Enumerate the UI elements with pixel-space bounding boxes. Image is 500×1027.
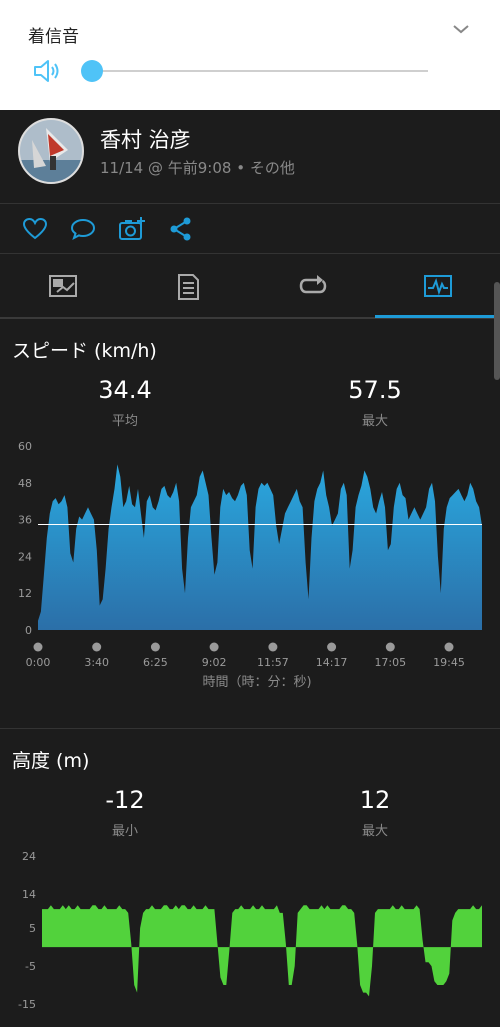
elevation-max-value: 12 [359, 786, 391, 814]
section-divider [0, 728, 500, 729]
speed-x-tick-marker [92, 642, 102, 652]
elevation-min-value: -12 [105, 786, 145, 814]
speed-x-tick-marker [209, 642, 219, 652]
tab-laps[interactable] [250, 255, 375, 317]
speed-x-tick-marker [444, 642, 454, 652]
speed-x-tick-label: 0:00 [26, 656, 51, 669]
speed-x-tick-label: 17:05 [374, 656, 406, 669]
tab-overview[interactable] [0, 255, 125, 317]
add-photo-icon[interactable] [118, 216, 146, 242]
elevation-chart[interactable]: 24 14 5 -5 -15 [0, 846, 500, 1027]
share-icon[interactable] [168, 216, 194, 242]
speed-x-tick-label: 14:17 [316, 656, 348, 669]
speed-x-tick-marker [385, 642, 395, 652]
avatar-photo [20, 120, 82, 182]
tab-bar [0, 255, 500, 319]
overview-icon [49, 275, 77, 297]
speed-x-tick-marker [33, 642, 43, 652]
speed-y-tick-label: 12 [18, 587, 32, 600]
speed-y-tick-label: 0 [25, 624, 32, 637]
volume-title: 着信音 [28, 27, 79, 47]
speed-x-tick-label: 11:57 [257, 656, 289, 669]
elevation-y-tick-label: 14 [22, 888, 36, 901]
elevation-y-tick-label: -5 [25, 960, 36, 973]
elevation-y-tick-label: 24 [22, 850, 36, 863]
laps-icon [299, 275, 327, 294]
speed-max-label: 最大 [361, 414, 388, 429]
elevation-min-label: 最小 [111, 824, 138, 839]
elevation-max-label: 最大 [361, 824, 388, 839]
action-bar [0, 204, 500, 254]
speed-max-value: 57.5 [348, 376, 402, 404]
speed-x-tick-marker [150, 642, 160, 652]
activity-header: 香村 治彦 11/14 @ 午前9:08 • その他 [0, 110, 500, 204]
tab-details[interactable] [125, 255, 250, 317]
speed-area-series [38, 464, 482, 630]
details-icon [178, 274, 199, 300]
elevation-y-tick-label: -15 [18, 998, 36, 1011]
speed-avg-label: 平均 [111, 414, 138, 429]
volume-slider-thumb[interactable] [81, 60, 103, 82]
speed-x-tick-label: 6:25 [143, 656, 168, 669]
speed-x-tick-marker [268, 642, 278, 652]
speed-y-tick-label: 24 [18, 550, 32, 563]
avatar[interactable] [18, 118, 84, 184]
user-name[interactable]: 香村 治彦 [100, 124, 191, 154]
tab-charts[interactable] [375, 255, 500, 317]
speed-chart-title: スピード (km/h) [12, 340, 157, 362]
active-tab-indicator [375, 315, 500, 318]
elevation-y-tick-label: 5 [29, 922, 36, 935]
like-icon[interactable] [22, 216, 48, 242]
speed-y-tick-label: 48 [18, 477, 32, 490]
elevation-chart-title: 高度 (m) [12, 750, 90, 772]
activity-meta: 11/14 @ 午前9:08 • その他 [100, 159, 295, 177]
speed-x-tick-label: 9:02 [202, 656, 227, 669]
charts-icon [424, 275, 452, 297]
comment-icon[interactable] [70, 216, 96, 242]
speed-x-axis-title: 時間（時：分：秒) [202, 675, 311, 690]
speaker-icon[interactable] [33, 58, 63, 84]
speed-y-tick-label: 36 [18, 514, 32, 527]
chevron-down-icon[interactable] [452, 22, 470, 36]
speed-chart[interactable]: 60 48 36 24 12 0 0:00 3:40 6:25 9:02 11:57 14:17 17… [0, 436, 500, 696]
speed-x-tick-label: 19:45 [433, 656, 465, 669]
speed-y-tick-label: 60 [18, 440, 32, 453]
speed-x-tick-label: 3:40 [84, 656, 109, 669]
scrollbar[interactable] [494, 282, 500, 380]
speed-avg-value: 34.4 [98, 376, 152, 404]
volume-slider-track[interactable] [92, 70, 428, 72]
speed-x-tick-marker [327, 642, 337, 652]
elevation-area-series [42, 905, 482, 997]
volume-panel: 着信音 [0, 0, 500, 110]
